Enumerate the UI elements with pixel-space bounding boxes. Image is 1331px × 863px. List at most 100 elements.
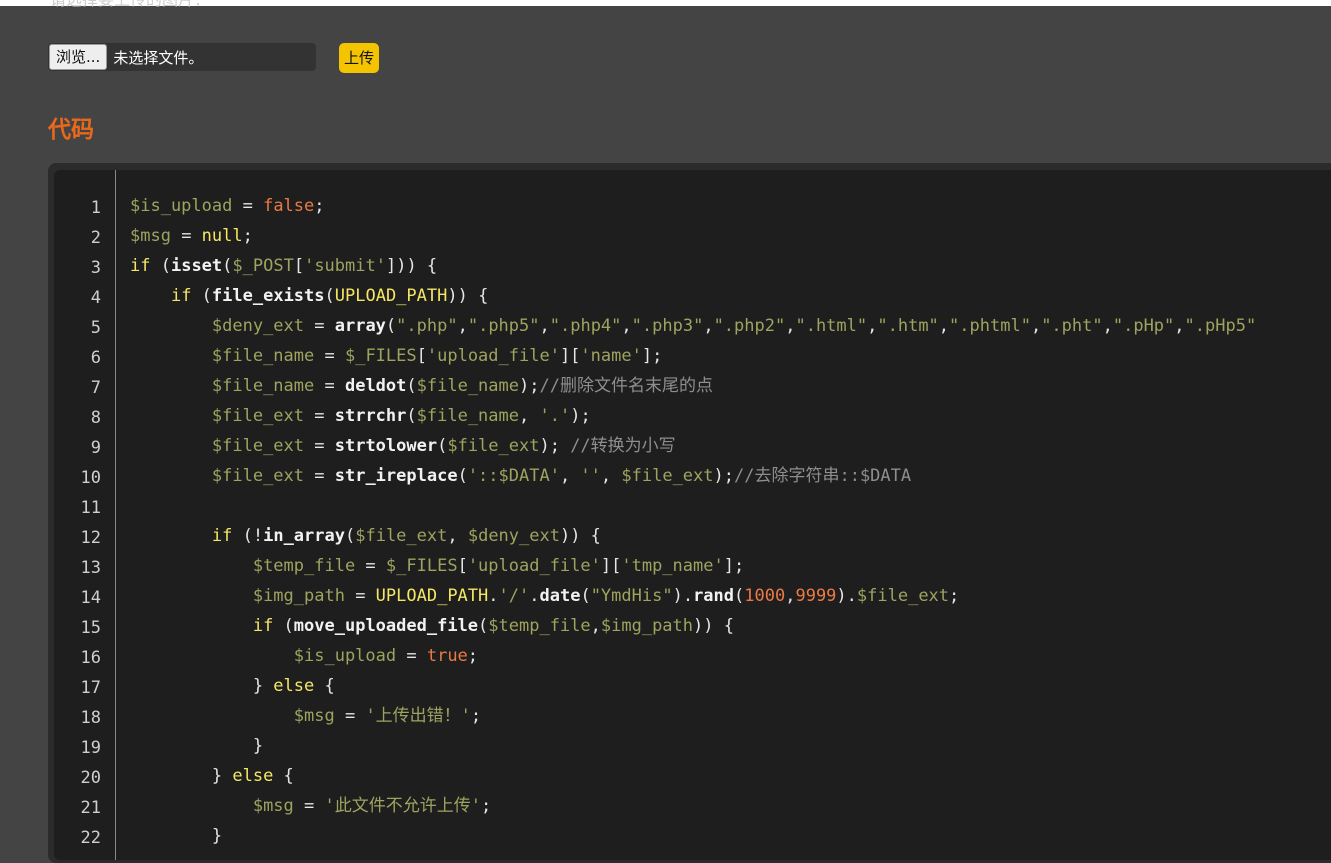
code-token: ( [273,616,294,636]
code-token: file_exists [211,286,325,306]
code-token: ]; [723,556,745,576]
code-token: $img_path [252,586,345,606]
code-token: , [539,316,550,336]
browse-button[interactable]: 浏览... [49,44,108,70]
code-token: 'upload_file' [426,346,560,366]
code-token: if [170,286,192,306]
code-token: } [130,736,264,756]
code-token: = [314,346,345,366]
code-token: //删除文件名末尾的点 [539,376,713,396]
code-token: ; [949,586,960,606]
code-token: , [1102,316,1113,336]
file-input[interactable]: 浏览... 未选择文件。 [48,43,316,71]
code-token: ( [437,436,448,456]
code-token: $file_ext [211,466,305,486]
code-token: . [529,586,540,606]
code-token: '/' [498,586,530,606]
code-line: } else { [130,671,335,701]
code-line: $msg = '此文件不允许上传'; [130,791,491,821]
upload-button[interactable]: 上传 [339,43,380,73]
code-token: ; [314,196,325,216]
line-number: 14 [80,588,101,608]
line-number: 2 [90,228,101,248]
code-token: UPLOAD_PATH [334,286,448,306]
code-token: $file_ext [211,436,305,456]
code-line: $msg = null; [130,221,253,251]
code-token: [ [293,256,305,276]
line-number: 18 [80,708,101,728]
code-token: $is_upload [293,646,397,666]
code-token: , [457,316,468,336]
code-token: $_FILES [385,556,458,576]
line-number: 9 [90,438,101,458]
code-token: ; [242,226,253,246]
code-token: , [938,316,950,336]
code-token: = [314,376,345,396]
line-number: 3 [90,258,101,278]
code-token: , [703,316,714,336]
code-token: ( [150,256,171,276]
code-token: $file_name [416,376,519,396]
file-status-text: 未选择文件。 [113,48,204,67]
code-line: $file_ext = strrchr($file_name, '.'); [130,401,591,431]
code-token: = [334,706,366,726]
code-token: = [304,466,335,486]
code-token: else [273,676,315,696]
line-number: 7 [90,378,101,398]
code-line: $temp_file = $_FILES['upload_file']['tmp… [130,551,744,581]
code-token: )) { [559,526,601,546]
code-line: $deny_ext = array(".php",".php5",".php4"… [130,311,1256,341]
code-token: ".pHp" [1112,316,1175,336]
code-token: false [263,196,315,216]
code-token: ( [406,376,417,396]
code-token: array [334,316,386,336]
code-token: move_uploaded_file [293,616,479,636]
code-token: if [211,526,233,546]
code-token: ".php4" [549,316,622,336]
code-line: $file_ext = strtolower($file_ext); //转换为… [130,431,676,461]
line-number: 12 [80,528,101,548]
code-token: 'tmp_name' [621,556,724,576]
code-token: '::$DATA' [467,466,560,486]
code-token: = [232,196,264,216]
line-number: 6 [90,348,101,368]
code-line: if (file_exists(UPLOAD_PATH)) { [130,281,488,311]
code-token: . [488,586,499,606]
code-token: ). [836,586,857,606]
code-token: , [785,316,796,336]
code-token: { [314,676,335,696]
code-token: $file_ext [856,586,950,606]
code-line: } [130,821,222,851]
code-token: = [304,436,335,456]
code-token: in_array [263,526,345,546]
code-token: ])) { [385,256,438,276]
code-token: $is_upload [130,196,233,216]
code-token: '此文件不允许上传' [324,796,481,816]
code-token: $file_ext [621,466,714,486]
code-token: = [293,796,325,816]
code-token: , [785,586,796,606]
code-token: str_ireplace [334,466,458,486]
code-token: ); [519,376,540,396]
code-token: $temp_file [252,556,356,576]
code-token: if [130,256,151,276]
code-token: ). [672,586,694,606]
line-number: 17 [80,678,101,698]
upload-prompt: 请选择要上传的图片： [50,0,210,10]
code-section-title: 代码 [48,117,94,143]
code-token: ( [344,526,356,546]
code-token: , [447,526,468,546]
code-token: if [252,616,274,636]
line-number: 11 [80,498,101,518]
code-token: $file_name [211,346,315,366]
code-token: 'submit' [304,256,386,276]
code-token: ".php2" [713,316,786,336]
